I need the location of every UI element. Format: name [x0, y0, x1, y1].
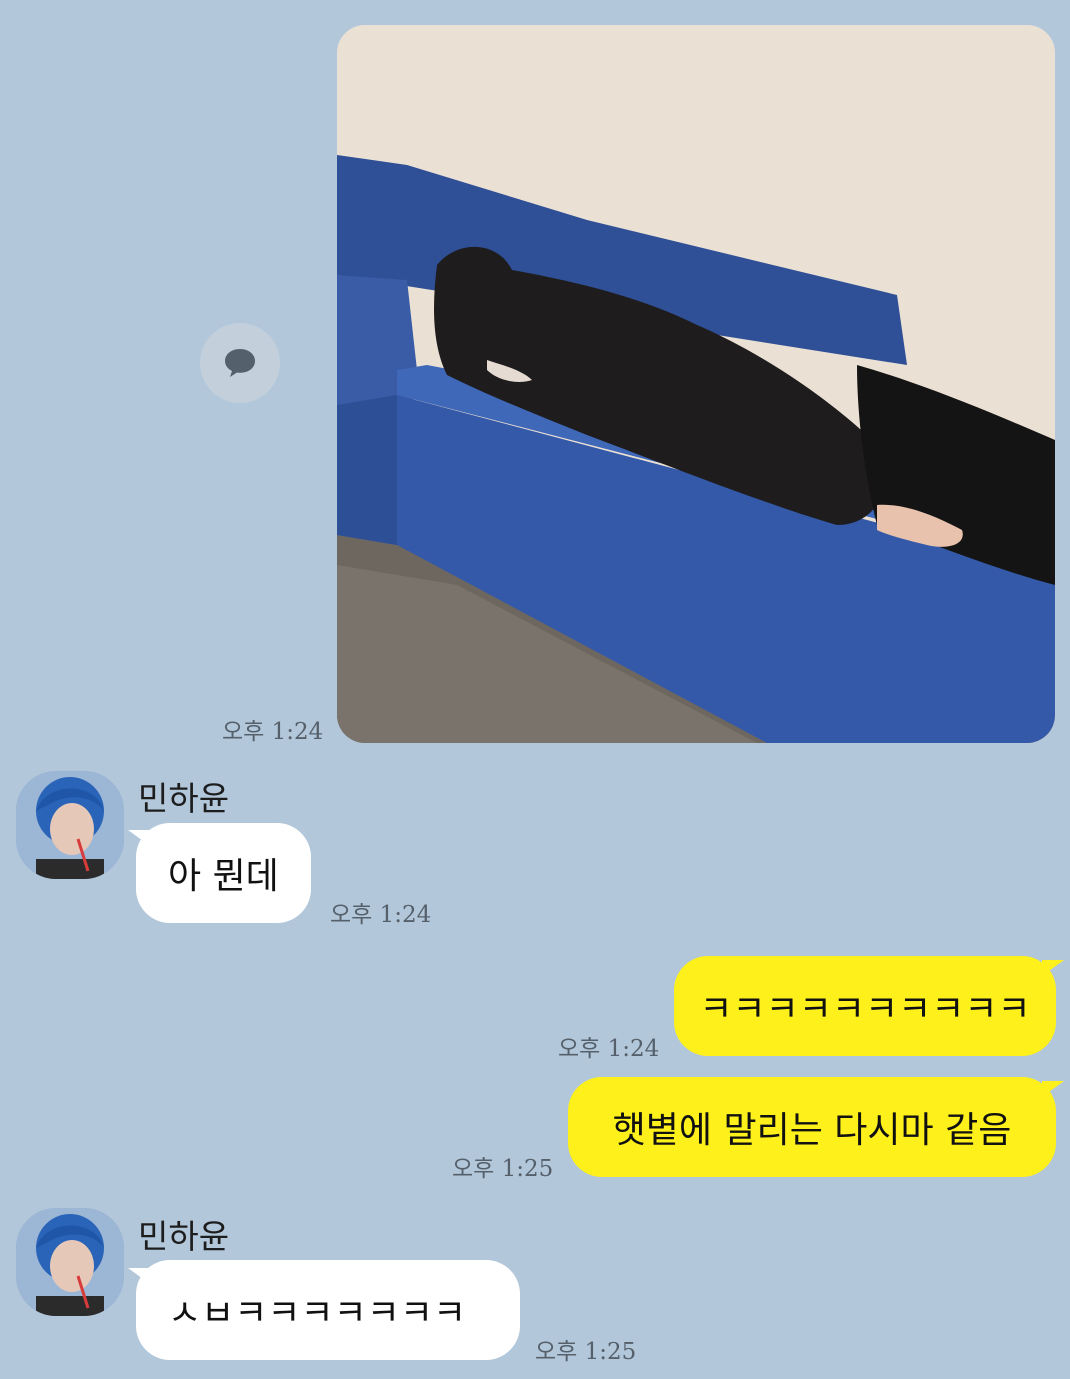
incoming-message-bubble[interactable]: 아 뭔데 — [136, 823, 311, 923]
avatar[interactable] — [16, 771, 124, 879]
message-time: 오후 1:24 — [330, 902, 432, 928]
message-text: 아 뭔데 — [168, 856, 279, 897]
message-time: 오후 1:24 — [222, 719, 324, 745]
avatar-image — [16, 771, 124, 879]
message-text: 햇볕에 말리는 다시마 같음 — [612, 1110, 1012, 1151]
chat-bubble-icon — [225, 349, 255, 377]
message-time: 오후 1:25 — [535, 1339, 637, 1365]
sofa-photo — [337, 25, 1055, 743]
message-time: 오후 1:25 — [452, 1156, 554, 1182]
message-time: 오후 1:24 — [558, 1036, 660, 1062]
message-text: ㅅㅂㅋㅋㅋㅋㅋㅋㅋ — [168, 1293, 467, 1334]
outgoing-message-bubble[interactable]: ㅋㅋㅋㅋㅋㅋㅋㅋㅋㅋ — [674, 956, 1056, 1056]
outgoing-message-bubble[interactable]: 햇볕에 말리는 다시마 같음 — [568, 1077, 1056, 1177]
message-text: ㅋㅋㅋㅋㅋㅋㅋㅋㅋㅋ — [699, 989, 1031, 1030]
incoming-message-bubble[interactable]: ㅅㅂㅋㅋㅋㅋㅋㅋㅋ — [136, 1260, 520, 1360]
avatar-image — [16, 1208, 124, 1316]
avatar[interactable] — [16, 1208, 124, 1316]
sender-name: 민하윤 — [138, 779, 230, 818]
share-button[interactable] — [200, 323, 280, 403]
sender-name: 민하윤 — [138, 1217, 230, 1256]
photo-message[interactable] — [337, 25, 1055, 743]
